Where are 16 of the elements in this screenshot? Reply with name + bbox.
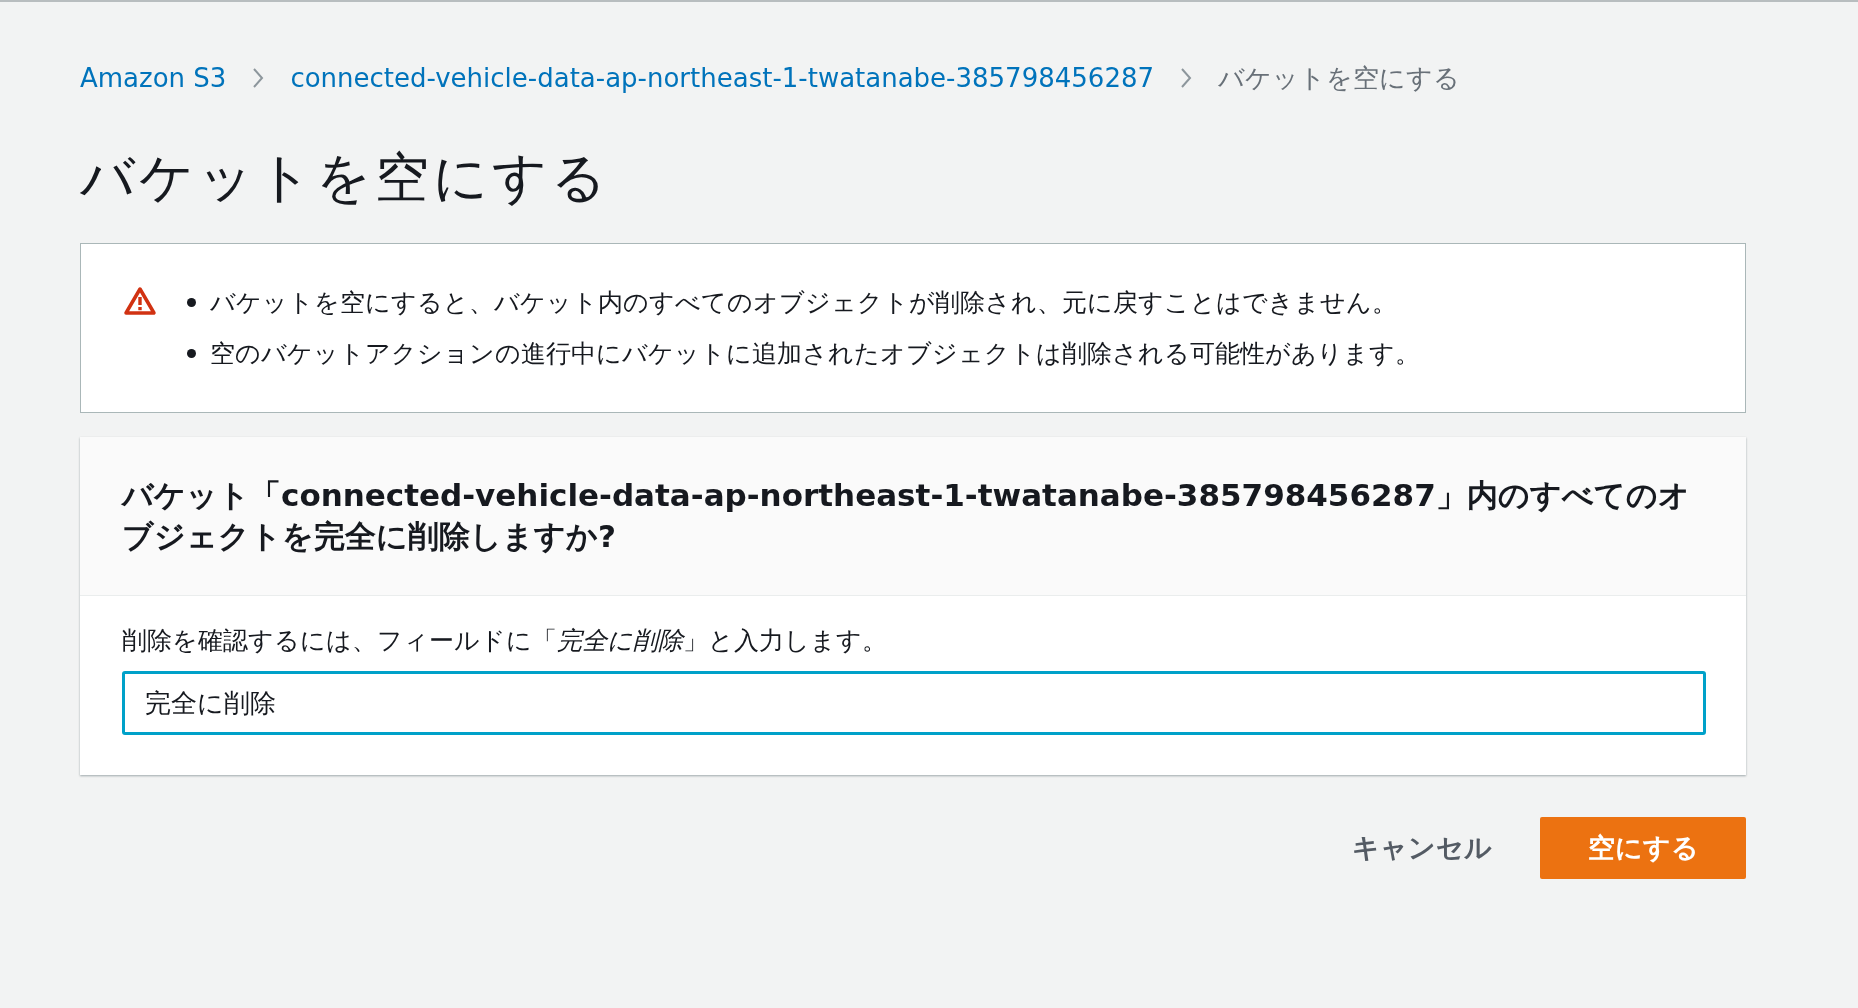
warning-icon [123, 286, 157, 316]
chevron-icon [1180, 67, 1192, 89]
warning-text: バケットを空にすると、バケット内のすべてのオブジェクトが削除され、元に戻すことはできません。 [210, 287, 1397, 319]
confirm-input-field[interactable]: 完全に削除 [122, 671, 1706, 735]
empty-button[interactable]: 空にする [1540, 817, 1746, 879]
breadcrumb-link[interactable]: connected-vehicle-data-ap-northeast-1-twatanabe-385798456287 [290, 63, 1154, 93]
warning-text: 空のバケットアクションの進行中にバケットに追加されたオブジェクトは削除される可能性があります。 [210, 338, 1420, 370]
page-title: バケットを空にする [80, 145, 611, 211]
cancel-button[interactable]: キャンセル [1352, 818, 1492, 878]
bullet-icon [187, 298, 196, 307]
chevron-icon [252, 67, 265, 89]
breadcrumb-current: バケットを空にする [1218, 61, 1460, 95]
confirm-heading: バケット「connected-vehicle-data-ap-northeast-1-twatanabe-385798456287」内のすべてのオブジェクトを完全に削除しますか? [122, 476, 1691, 556]
instruction-text: 削除を確認するには、フィールドに「完全に削除」と入力します。 [122, 625, 888, 657]
bullet-icon [187, 349, 196, 358]
breadcrumb-link[interactable]: Amazon S3 [80, 63, 227, 93]
